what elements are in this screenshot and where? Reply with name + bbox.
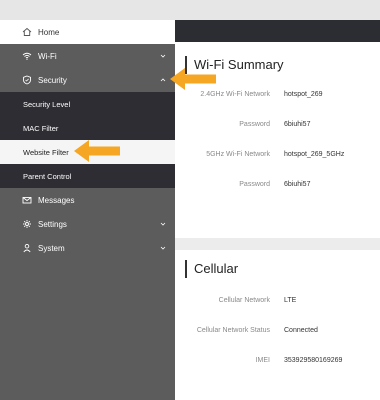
top-bar [175,20,380,42]
row-value: 353929580169269 [284,357,343,364]
sidebar-item-label: Home [38,27,60,37]
gear-icon [22,219,32,229]
chevron-down-icon [160,54,166,58]
sidebar-item-home[interactable]: Home [0,20,175,44]
wifi-icon [22,51,32,61]
sidebar-item-label: System [38,243,65,253]
row-value: 6biuhi57 [284,181,311,188]
sidebar-item-wifi[interactable]: Wi-Fi [0,44,175,68]
row-value: 6biuhi57 [284,121,311,128]
row-label: 5GHz Wi-Fi Network [206,151,270,158]
row-label: Password [239,181,270,188]
chevron-down-icon [160,246,166,250]
sidebar-item-system[interactable]: System [0,236,175,260]
row-label: 2.4GHz Wi-Fi Network [200,91,270,98]
sidebar-item-label: Wi-Fi [38,51,57,61]
sidebar-item-label: Messages [38,195,75,205]
sidebar-item-label: Security [38,75,67,85]
envelope-icon [22,195,32,205]
chevron-up-icon [160,78,166,82]
home-icon [22,27,32,37]
highlight-arrow-icon [170,68,216,90]
row-label: IMEI [255,357,270,364]
subitem-parent-control[interactable]: Parent Control [0,164,175,188]
row-value: Connected [284,327,318,334]
row-label: Password [239,121,270,128]
row-value: LTE [284,297,297,304]
row-label: Cellular Network [218,297,270,304]
highlight-arrow-icon [74,140,120,162]
sidebar-item-messages[interactable]: Messages [0,188,175,212]
subitem-security-level[interactable]: Security Level [0,92,175,116]
person-icon [22,243,32,253]
row-value: hotspot_269 [284,91,323,98]
cellular-card: Cellular Cellular Network LTE Cellular N… [175,250,380,400]
chevron-down-icon [160,222,166,226]
sidebar-item-security[interactable]: Security [0,68,175,92]
row-value: hotspot_269_5GHz [284,151,345,158]
shield-icon [22,75,32,85]
top-strip [0,0,380,20]
sidebar: Home Wi-Fi Security Security Level MAC F… [0,20,175,400]
sidebar-item-label: Settings [38,219,67,229]
cellular-title: Cellular [185,260,238,278]
subitem-mac-filter[interactable]: MAC Filter [0,116,175,140]
row-label: Cellular Network Status [196,327,270,334]
sidebar-item-settings[interactable]: Settings [0,212,175,236]
